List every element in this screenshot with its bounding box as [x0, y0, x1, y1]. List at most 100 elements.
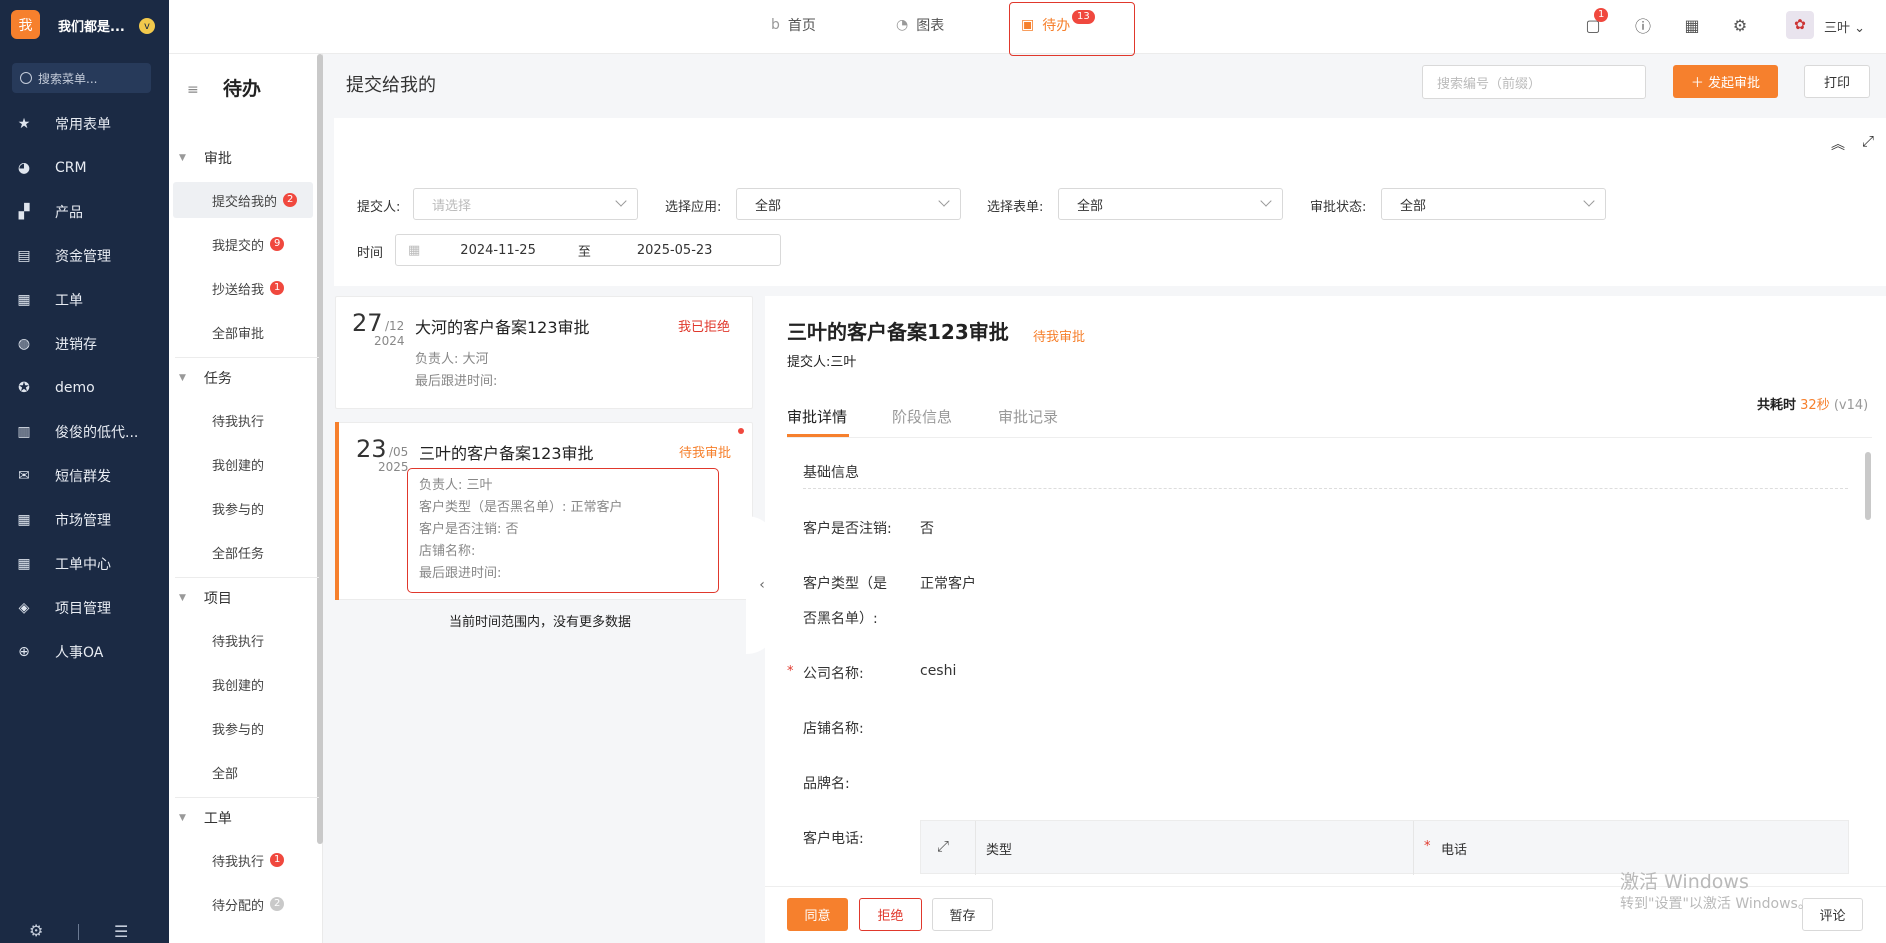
elapsed-time: 共耗时 32秒 (v14) — [1757, 398, 1869, 413]
avatar[interactable]: ✿ — [1786, 11, 1814, 39]
fullscreen-icon[interactable]: ⤢ — [1862, 132, 1874, 150]
group-workorder[interactable]: ▼ 工单 — [179, 808, 232, 828]
sidebar-item-sms[interactable]: ✉ 短信群发 — [0, 454, 169, 498]
collapse-up-icon[interactable]: ︽ — [1831, 134, 1845, 154]
top-header: b 首页 ◔ 图表 ▣ 待办 13 ▢ 1 ⓘ ▦ ⚙ ✿ 三叶 ⌄ — [169, 0, 1886, 56]
menu-icon[interactable]: ≡ — [187, 82, 199, 98]
date-range-picker[interactable]: ▦ 2024-11-25 至 2025-05-23 — [395, 234, 781, 266]
app-select[interactable]: 全部 — [736, 188, 961, 220]
expand-icon[interactable]: ⤢ — [937, 837, 949, 855]
detail-title: 三叶的客户备案123审批 — [787, 320, 1009, 344]
sidebar-item-finance[interactable]: ▤ 资金管理 — [0, 234, 169, 278]
field-value: 否 — [920, 521, 934, 537]
sidebar-item-lowcode[interactable]: ▥ 俊俊的低代... — [0, 410, 169, 454]
user-name[interactable]: 三叶 ⌄ — [1824, 17, 1865, 36]
help-icon[interactable]: ⓘ — [1632, 14, 1654, 36]
page-title: 待办 — [223, 78, 262, 100]
reject-button[interactable]: 拒绝 — [859, 898, 922, 931]
tab-charts[interactable]: ◔ 图表 — [896, 0, 944, 50]
apps-grid-icon[interactable]: ▦ — [1681, 14, 1703, 36]
caret-down-icon: ▼ — [179, 593, 186, 603]
submitter-select[interactable]: 请选择 — [413, 188, 638, 220]
form-select[interactable]: 全部 — [1058, 188, 1283, 220]
sidebar-item-label: 进销存 — [55, 337, 97, 353]
subnav-item-workorder-todo[interactable]: 待我执行 1 — [173, 842, 313, 878]
card-line: 负责人: 大河 — [415, 352, 489, 367]
sidebar-item-label: 工单 — [55, 293, 83, 309]
sidebar-item-demo[interactable]: ✪ demo — [0, 366, 169, 410]
status-badge: 我已拒绝 — [678, 320, 731, 335]
subnav-item-task-todo[interactable]: 待我执行 — [173, 402, 313, 438]
sidebar-item-workorder-center[interactable]: ▦ 工单中心 — [0, 542, 169, 586]
tab-approval-detail[interactable]: 审批详情 — [787, 406, 847, 427]
subnav-item-task-created[interactable]: 我创建的 — [173, 446, 313, 482]
org-logo[interactable]: 我 — [11, 10, 40, 39]
field-label: 否黑名单）: — [803, 611, 878, 627]
tab-stage-info[interactable]: 阶段信息 — [892, 406, 952, 427]
sidebar-item-hr-oa[interactable]: ⊕ 人事OA — [0, 630, 169, 674]
field-label: 品牌名: — [803, 776, 850, 792]
sidebar-item-product[interactable]: ▞ 产品 — [0, 190, 169, 234]
subnav-item-workorder-assign[interactable]: 待分配的 2 — [173, 886, 313, 922]
form-label: 选择表单: — [987, 200, 1044, 215]
tab-approval-records[interactable]: 审批记录 — [998, 406, 1058, 427]
section-title: 基础信息 — [803, 465, 859, 481]
subnav-item-my-submitted[interactable]: 我提交的 9 — [173, 226, 313, 262]
star-icon: ★ — [17, 116, 31, 132]
field-value: 正常客户 — [920, 576, 976, 592]
org-verified-icon: v — [139, 18, 155, 34]
subnav-item-task-all[interactable]: 全部任务 — [173, 534, 313, 570]
divider — [175, 797, 319, 798]
sidebar-item-marketing[interactable]: ▦ 市场管理 — [0, 498, 169, 542]
approval-card[interactable]: 27 /12 2024 大河的客户备案123审批 我已拒绝 负责人: 大河 最后… — [335, 296, 753, 409]
date-from[interactable]: 2024-11-25 — [460, 243, 536, 258]
scrollbar[interactable] — [317, 54, 323, 844]
org-name[interactable]: 我们都是... — [58, 16, 125, 35]
subnav-item-project-created[interactable]: 我创建的 — [173, 666, 313, 702]
search-number-input[interactable]: 搜索编号（前缀） — [1422, 65, 1646, 99]
card-line: 最后跟进时间: — [415, 374, 498, 389]
collapse-menu-icon[interactable]: ☰ — [114, 922, 128, 941]
date-to[interactable]: 2025-05-23 — [637, 243, 713, 258]
gear-icon[interactable]: ⚙ — [1729, 14, 1751, 36]
sidebar-item-inventory[interactable]: ◍ 进销存 — [0, 322, 169, 366]
sidebar-item-project[interactable]: ◈ 项目管理 — [0, 586, 169, 630]
sidebar-item-workorder[interactable]: ▦ 工单 — [0, 278, 169, 322]
chevron-down-icon — [938, 195, 950, 207]
clipboard-icon: ▦ — [17, 292, 31, 308]
count-badge: 9 — [270, 237, 285, 251]
sidebar-item-common-forms[interactable]: ★ 常用表单 — [0, 102, 169, 146]
tab-home[interactable]: b 首页 — [771, 0, 816, 50]
agree-button[interactable]: 同意 — [787, 898, 848, 931]
caret-down-icon: ▼ — [179, 813, 186, 823]
scrollbar[interactable] — [1865, 452, 1871, 520]
menu-search-input[interactable]: 搜索菜单... — [12, 63, 151, 93]
chevron-down-icon — [1260, 195, 1272, 207]
group-project[interactable]: ▼ 项目 — [179, 588, 232, 608]
status-select[interactable]: 全部 — [1381, 188, 1606, 220]
group-task[interactable]: ▼ 任务 — [179, 368, 232, 388]
subnav-item-all-approvals[interactable]: 全部审批 — [173, 314, 313, 350]
status-label: 审批状态: — [1310, 200, 1367, 215]
column-header: 电话 — [1441, 843, 1468, 858]
save-draft-button[interactable]: 暂存 — [932, 898, 993, 931]
divider — [1413, 821, 1414, 875]
gear-icon[interactable]: ⚙ — [29, 921, 43, 940]
group-approval[interactable]: ▼ 审批 — [179, 148, 232, 168]
field-label: 客户类型（是 — [803, 576, 887, 592]
menu-search-placeholder: 搜索菜单... — [38, 71, 98, 86]
sidebar-item-crm[interactable]: ◕ CRM — [0, 146, 169, 190]
subnav-item-submitted-to-me[interactable]: 提交给我的 2 — [173, 182, 313, 218]
subnav-item-cc-me[interactable]: 抄送给我 1 — [173, 270, 313, 306]
subnav-item-task-joined[interactable]: 我参与的 — [173, 490, 313, 526]
sidebar-item-label: 常用表单 — [55, 117, 111, 133]
card-title: 大河的客户备案123审批 — [415, 318, 590, 337]
highlight-box — [1009, 2, 1135, 56]
submitter-label: 提交人: — [357, 200, 401, 215]
subnav-item-project-all[interactable]: 全部 — [173, 754, 313, 790]
print-button[interactable]: 打印 — [1804, 65, 1870, 98]
list-end-text: 当前时间范围内，没有更多数据 — [449, 615, 632, 630]
subnav-item-project-joined[interactable]: 我参与的 — [173, 710, 313, 746]
start-approval-button[interactable]: ＋ 发起审批 — [1673, 65, 1778, 98]
subnav-item-project-todo[interactable]: 待我执行 — [173, 622, 313, 658]
